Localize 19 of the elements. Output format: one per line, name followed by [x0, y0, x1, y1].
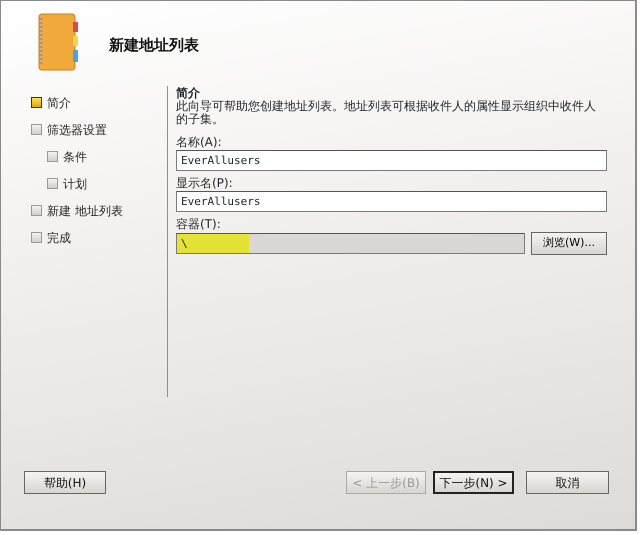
browse-button[interactable]: 浏览(W)...: [531, 232, 607, 255]
cancel-button[interactable]: 取消: [526, 471, 609, 494]
field-label: 容器(T):: [176, 216, 222, 232]
input-field[interactable]: EverAllusers: [176, 191, 607, 212]
field-label: 名称(A):: [176, 134, 223, 150]
step-label: 计划: [63, 176, 87, 192]
step-label: 筛选器设置: [47, 122, 107, 138]
step-label: 简介: [47, 94, 71, 112]
step-label: 完成: [47, 230, 71, 246]
step-label: 新建 地址列表: [47, 202, 123, 220]
description-text: 此向导可帮助您创建地址列表。地址列表可根据收件人的属性显示组织中收件人的子集。: [176, 100, 597, 126]
step-label: 条件: [63, 148, 87, 166]
help-button[interactable]: 帮助(H): [24, 471, 106, 494]
section-heading: 简介: [176, 87, 201, 100]
next-button[interactable]: 下一步(N) >: [433, 471, 514, 494]
input-field[interactable]: \: [176, 233, 525, 254]
field-label: 显示名(P):: [176, 175, 234, 191]
wizard-title: 新建地址列表: [109, 34, 199, 56]
input-field[interactable]: EverAllusers: [176, 150, 607, 171]
